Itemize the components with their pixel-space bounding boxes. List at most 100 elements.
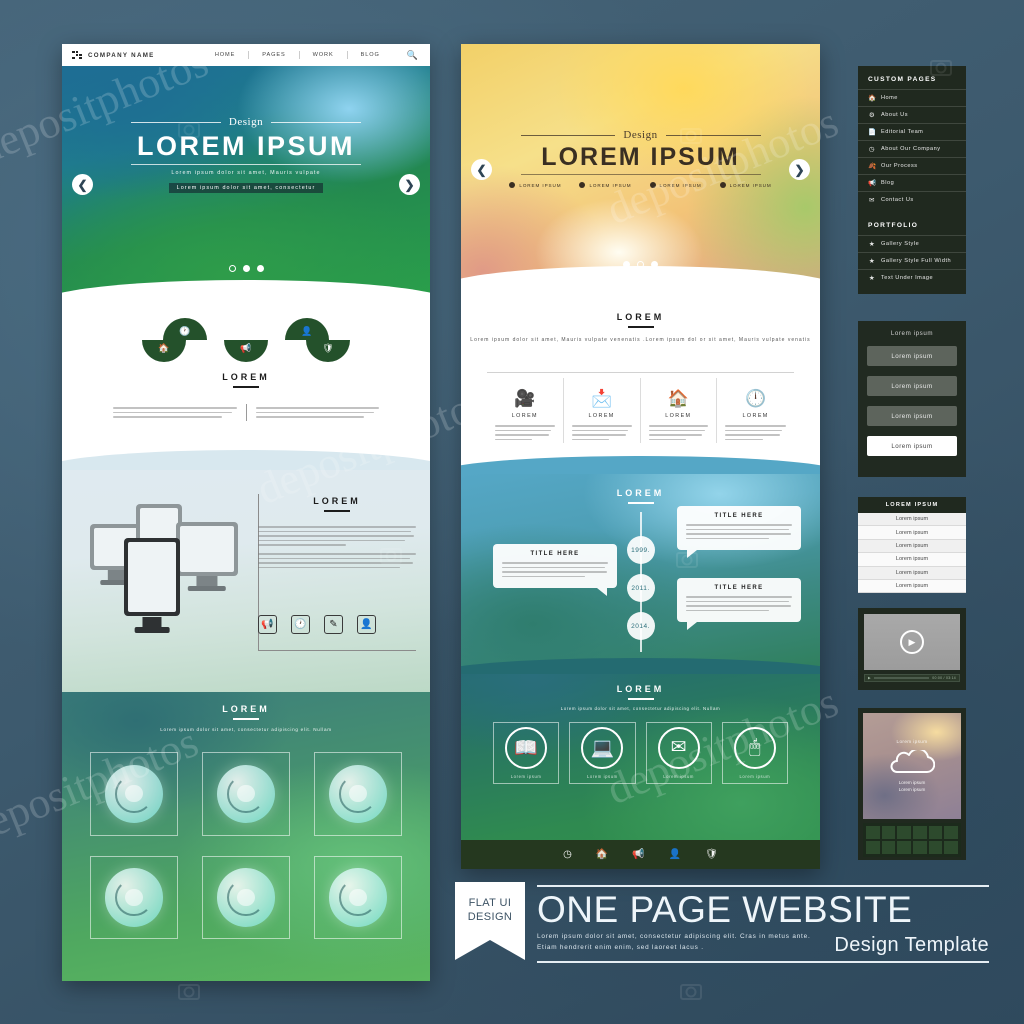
hero-prev-button[interactable]: ❮ [72,174,93,195]
sidebar-item-about-us[interactable]: ⚙ About Us [858,106,966,123]
play-icon[interactable]: ▶ [900,630,924,654]
list-item[interactable]: Lorem ipsum [858,553,966,567]
sidebar-cloud-widget: Lorem ipsum Lorem ipsum Lorem ipsum [858,708,966,860]
thumbnail[interactable] [928,826,943,839]
clock-icon[interactable]: 🕐 [163,318,207,340]
thumbnail[interactable] [897,841,911,854]
bottom-item[interactable]: ✉ Lorem ipsum [645,722,712,784]
hero-prev-button[interactable]: ❮ [471,159,492,180]
play-small-icon[interactable]: ▶ [868,676,871,680]
thumbnail[interactable] [944,826,958,839]
menu-heading: CUSTOM PAGES [868,76,937,83]
home-icon[interactable]: 🏠 [596,849,608,860]
portfolio-tile[interactable] [314,752,402,836]
feature-item[interactable]: 📩 LOREM Lorem ipsum dolor sit amet, cons… [564,378,641,444]
sidebar-item-our-process[interactable]: 🍂 Our Process [858,157,966,174]
thumbnail[interactable] [913,826,927,839]
feature-item[interactable]: 🏠 LOREM Lorem ipsum dolor sit amet, cons… [641,378,718,444]
sidebar-item-contact-us[interactable]: ✉ Contact Us [858,191,966,208]
list-item[interactable]: Lorem ipsum [858,566,966,580]
portfolio-tile[interactable] [314,855,402,940]
megaphone-icon[interactable]: 📢 [224,340,268,362]
portfolio-tile[interactable] [90,855,178,940]
portfolio-tile[interactable] [90,752,178,836]
thumbnail[interactable] [881,826,896,839]
widget-button[interactable]: Lorem ipsum [867,346,957,366]
star-icon: ★ [868,241,876,248]
sidebar-item-gallery-style-full-width[interactable]: ★ Gallery Style Full Width [858,252,966,269]
slider-dot[interactable] [256,265,264,272]
thumbnail[interactable] [944,841,958,854]
user-icon[interactable]: 👤 [357,615,376,634]
bottom-item[interactable]: 🖱 Lorem ipsum [721,722,788,784]
portfolio-tile[interactable] [202,752,290,836]
thumbnail[interactable] [913,841,927,854]
sidebar-item-about-our-company[interactable]: ◷ About Our Company [858,140,966,157]
edit-icon[interactable]: ✎ [324,615,343,634]
bottom-heading-wrap: LOREM Lorem ipsum dolor sit amet, consec… [461,684,820,711]
thumbnail[interactable] [866,826,880,839]
slider-dot[interactable] [242,265,250,272]
widget-button[interactable]: Lorem ipsum [867,406,957,426]
thumbnail[interactable] [866,841,880,854]
user-icon[interactable]: 👤 [669,849,681,860]
bottom-item[interactable]: 💻 Lorem ipsum [569,722,636,784]
feature-item[interactable]: 🎥 LOREM Lorem ipsum dolor sit amet, cons… [487,378,564,444]
home-icon[interactable]: 🏠 [142,340,186,362]
bottom-item[interactable]: 📖 Lorem ipsum [493,722,560,784]
timeline-node[interactable]: 1999. [626,536,655,564]
nav-link-work[interactable]: WORK [300,52,347,58]
megaphone-icon[interactable]: 📢 [632,849,644,860]
video-progress-bar[interactable]: ▶ 00:00 / 03:14 [864,674,960,682]
right-footer: ◷ 🏠 📢 👤 🛡 [461,840,820,869]
thumbnail[interactable] [881,841,896,854]
slider-dot[interactable] [228,265,236,272]
widget-button[interactable]: Lorem ipsum [867,376,957,396]
feature-column-right: Lorem ipsum dolor sit amet, Mauris vulpa… [247,404,389,421]
timeline-node[interactable]: 2011. [626,574,655,602]
list-item[interactable]: Lorem ipsum [858,539,966,554]
portfolio-tile[interactable] [202,855,290,940]
nav-link-pages[interactable]: PAGES [249,52,298,58]
shield-check-icon[interactable]: 🛡 [705,849,718,860]
thumbnail[interactable] [897,826,911,839]
thumbnail[interactable] [928,841,943,854]
widget-button-active[interactable]: Lorem ipsum [867,436,957,456]
portfolio-subtitle: Lorem ipsum dolor sit amet, consectetur … [160,727,332,732]
clock-icon[interactable]: 🕐 [291,615,310,634]
nav-link-home[interactable]: HOME [202,52,248,58]
sidebar-item-text-under-image[interactable]: ★ Text Under Image [858,269,966,286]
feature-body-lines: Lorem ipsum dolor sit amet, consectetur … [648,425,709,441]
hero-next-button[interactable]: ❯ [399,174,420,195]
list-item[interactable]: Lorem ipsum [858,579,966,594]
sidebar-item-home[interactable]: 🏠 Home [858,89,966,106]
hero-next-button[interactable]: ❯ [789,159,810,180]
megaphone-icon[interactable]: 📢 [258,615,277,634]
list-item[interactable]: Lorem ipsum [858,526,966,540]
right-bottom-section: LOREM Lorem ipsum dolor sit amet, consec… [461,674,820,840]
feature-item[interactable]: 🕛 LOREM Lorem ipsum dolor sit amet, cons… [717,378,794,443]
screenshot-stage: COMPANY NAME HOME PAGES WORK BLOG 🔍 Desi… [0,0,1024,1024]
feature-label: LOREM [511,413,538,419]
nav-link-blog[interactable]: BLOG [348,52,393,58]
thumbnail-strip[interactable] [863,823,961,857]
monitor-illustration [84,494,254,664]
video-track[interactable] [873,677,930,679]
search-icon[interactable]: 🔍 [407,50,418,61]
list-item[interactable]: Lorem ipsum [858,513,966,527]
user-icon[interactable]: 👤 [285,318,329,340]
hero-slider-dots[interactable] [62,265,430,272]
shield-check-icon[interactable]: 🛡 [306,340,350,362]
bottom-item-label: Lorem ipsum [586,773,618,779]
sidebar-item-gallery-style[interactable]: ★ Gallery Style [858,235,966,252]
features-two-columns: Lorem ipsum dolor sit amet, Mauris vulpa… [104,404,388,421]
bottom-subtitle: Lorem ipsum dolor sit amet, consectetur … [560,706,721,711]
video-screen[interactable]: ▶ [864,614,960,670]
banner-title: ONE PAGE WEBSITE [537,889,913,931]
sidebar-item-blog[interactable]: 📢 Blog [858,174,966,191]
sidebar-item-editorial-team[interactable]: 📄 Editorial Team [858,123,966,140]
bullet-dot [649,182,656,188]
clock-icon[interactable]: ◷ [563,849,572,860]
nav-links: HOME PAGES WORK BLOG 🔍 [202,50,420,61]
timeline-node[interactable]: 2014. [626,612,655,640]
